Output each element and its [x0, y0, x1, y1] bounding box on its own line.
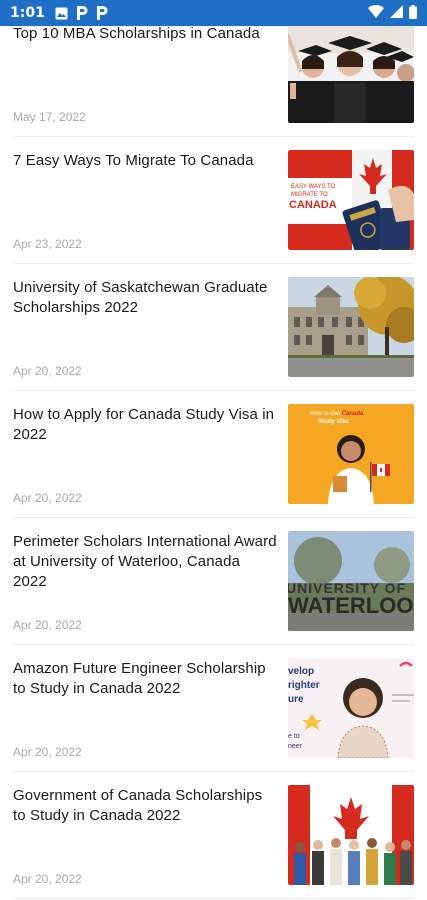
article-title: Amazon Future Engineer Scholarship to St…: [13, 660, 266, 697]
article-thumbnail: How to Get Canada Study Visa: [288, 404, 414, 504]
article-item[interactable]: University of Saskatchewan Graduate Scho…: [13, 264, 414, 391]
article-thumbnail: UNIVERSITY OF WATERLOO: [288, 531, 414, 631]
thumbnail-text-line: Study Visa: [318, 419, 349, 425]
article-title: Perimeter Scholars International Award a…: [13, 533, 277, 590]
article-date: May 17, 2022: [13, 110, 86, 124]
article-date: Apr 20, 2022: [13, 491, 82, 505]
article-thumbnail: [288, 23, 414, 123]
image-icon: [55, 7, 68, 20]
article-item[interactable]: Amazon Future Engineer Scholarship to St…: [13, 645, 414, 772]
parking-icon: [96, 6, 108, 20]
thumbnail-text-line: righter: [288, 680, 320, 691]
article-item[interactable]: Top 10 MBA Scholarships in Canada May 17…: [13, 10, 414, 137]
article-thumbnail: [288, 785, 414, 885]
thumbnail-text-line: How to Get: [310, 411, 342, 417]
canada-flag-students-image: [288, 785, 414, 885]
signal-icon: [390, 5, 403, 21]
article-date: Apr 20, 2022: [13, 364, 82, 378]
article-date: Apr 20, 2022: [13, 618, 82, 632]
article-title: 7 Easy Ways To Migrate To Canada: [13, 152, 254, 169]
status-time: 1:01: [10, 5, 45, 21]
status-bar: 1:01: [0, 0, 427, 26]
graduates-photo: [288, 23, 414, 123]
article-title: Top 10 MBA Scholarships in Canada: [13, 25, 260, 42]
article-title: How to Apply for Canada Study Visa in 20…: [13, 406, 275, 443]
university-building-photo: [288, 277, 414, 377]
parking-icon: [76, 6, 88, 20]
thumbnail-text-line: CANADA: [289, 199, 337, 211]
thumbnail-text-line: neer: [288, 743, 303, 750]
thumbnail-text-line: e to: [288, 733, 300, 740]
article-title: University of Saskatchewan Graduate Scho…: [13, 279, 268, 316]
article-item[interactable]: Perimeter Scholars International Award a…: [13, 518, 414, 645]
article-thumbnail: [288, 277, 414, 377]
article-item[interactable]: Government of Canada Scholarships to Stu…: [13, 772, 414, 899]
article-date: Apr 23, 2022: [13, 237, 82, 251]
thumbnail-text-line: MIGRATE TO: [291, 192, 328, 198]
thumbnail-text-line: ure: [288, 694, 304, 705]
wifi-icon: [368, 4, 384, 21]
thumbnail-text-line: WATERLOO: [288, 593, 413, 618]
article-item[interactable]: How to Apply for Canada Study Visa in 20…: [13, 391, 414, 518]
thumbnail-text-line: velop: [288, 666, 314, 677]
article-item[interactable]: 7 Easy Ways To Migrate To Canada Apr 23,…: [13, 137, 414, 264]
future-engineer-image: velop righter ure e to neer: [288, 658, 414, 758]
canada-passport-image: EASY WAYS TO MIGRATE TO CANADA: [288, 150, 414, 250]
article-date: Apr 20, 2022: [13, 872, 82, 886]
thumbnail-text-line: Canada: [342, 411, 364, 417]
battery-icon: [409, 4, 417, 22]
svg-text:How to Get Canada: How to Get Canada: [310, 411, 364, 417]
article-date: Apr 20, 2022: [13, 745, 82, 759]
article-thumbnail: velop righter ure e to neer: [288, 658, 414, 758]
article-title: Government of Canada Scholarships to Stu…: [13, 787, 263, 824]
study-visa-illustration: How to Get Canada Study Visa: [288, 404, 414, 504]
waterloo-sign-photo: UNIVERSITY OF WATERLOO: [288, 531, 414, 631]
article-thumbnail: EASY WAYS TO MIGRATE TO CANADA: [288, 150, 414, 250]
thumbnail-text-line: EASY WAYS TO: [291, 184, 336, 190]
